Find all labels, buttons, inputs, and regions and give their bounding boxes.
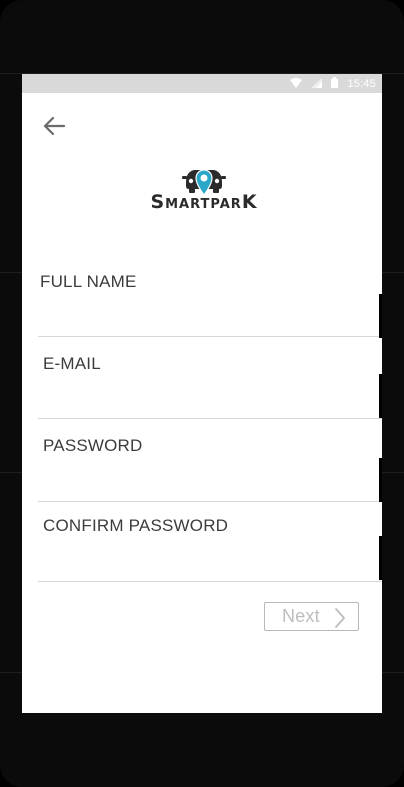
status-icons: 15:45 [290,76,376,91]
email-underline [38,418,382,419]
password-input[interactable] [38,460,382,500]
next-button-label: Next [282,606,320,626]
chevron-right-icon [334,608,346,633]
full-name-field: FULL NAME [38,272,382,340]
logo-text: SmartparK [150,191,258,213]
field-edge [379,294,382,338]
status-bar: 15:45 [22,74,382,93]
full-name-label: FULL NAME [40,272,137,291]
email-label: E-MAIL [43,354,101,373]
app-screen: 15:45 SmartparK FULL NAME E-MAIL PASSWOR… [22,74,382,713]
wifi-icon [290,75,303,93]
field-edge [379,374,382,418]
back-button[interactable] [40,114,68,142]
password-field: PASSWORD [38,436,382,504]
signal-icon [311,75,323,93]
battery-icon [331,75,339,93]
arrow-left-icon [42,116,66,141]
app-logo: SmartparK [134,164,274,216]
confirm-password-field: CONFIRM PASSWORD [38,516,382,584]
device-frame: 15:45 SmartparK FULL NAME E-MAIL PASSWOR… [0,0,404,787]
confirm-password-label: CONFIRM PASSWORD [43,516,229,535]
next-button[interactable]: Next [264,602,359,631]
full-name-underline [38,336,382,337]
full-name-input[interactable] [38,296,382,336]
confirm-password-input[interactable] [38,540,382,580]
field-edge [379,458,382,502]
status-time: 15:45 [347,77,376,90]
confirm-password-underline [38,581,382,582]
email-input[interactable] [38,378,382,418]
field-edge [379,536,382,580]
password-label: PASSWORD [43,436,143,455]
password-underline [38,501,382,502]
email-field: E-MAIL [38,354,382,422]
